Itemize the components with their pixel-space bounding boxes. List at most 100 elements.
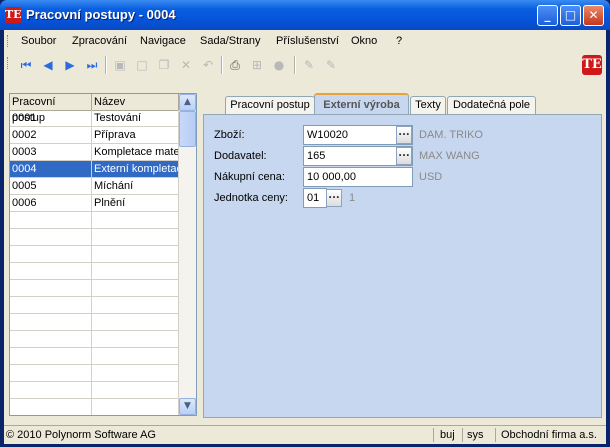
empty-row — [10, 399, 179, 415]
cell-code: 0004 — [10, 161, 92, 178]
menu-navigace[interactable]: Navigace — [140, 35, 186, 47]
tab-texty[interactable]: Texty — [410, 96, 446, 114]
app-logo-icon[interactable]: TE — [5, 7, 22, 23]
detail-panel: Pracovní postup Externí výroba Texty Dod… — [203, 93, 602, 418]
empty-cell — [92, 331, 179, 348]
empty-cell — [10, 365, 92, 382]
empty-cell — [10, 348, 92, 365]
minimize-button[interactable]: _ — [537, 5, 558, 26]
first-record-icon[interactable]: ⏮ — [18, 57, 34, 73]
status-bar: © 2010 Polynorm Software AG buj sys Obch… — [4, 425, 606, 444]
empty-cell — [10, 314, 92, 331]
cell-code: 0003 — [10, 144, 92, 161]
table-row[interactable]: 0005 Míchání — [10, 178, 179, 195]
empty-row — [10, 314, 179, 331]
tab-pracovni-postup[interactable]: Pracovní postup — [225, 96, 315, 114]
undo-icon[interactable]: ↶ — [200, 57, 216, 73]
menu-sada-strany[interactable]: Sada/Strany — [200, 35, 261, 47]
cell-code: 0001 — [10, 110, 92, 127]
scroll-down-button[interactable]: ▼ — [179, 398, 196, 415]
table-row[interactable]: 0006 Plnění — [10, 195, 179, 212]
menu-zpracovani[interactable]: Zpracování — [72, 35, 127, 47]
toolbar-separator — [221, 56, 223, 74]
save-icon[interactable]: ▣ — [112, 57, 128, 73]
empty-cell — [92, 297, 179, 314]
toolbar-separator — [294, 56, 296, 74]
empty-row — [10, 212, 179, 229]
table-row[interactable]: 0002 Příprava — [10, 127, 179, 144]
print-icon[interactable]: ⎙ — [227, 57, 243, 73]
last-record-icon[interactable]: ⏭ — [84, 57, 100, 73]
empty-cell — [10, 263, 92, 280]
delete-icon[interactable]: ✕ — [178, 57, 194, 73]
cell-name: Míchání — [92, 178, 179, 195]
tab-dodatecna-pole[interactable]: Dodatečná pole — [447, 96, 536, 114]
column-header-nazev[interactable]: Název — [92, 94, 179, 110]
empty-cell — [92, 280, 179, 297]
toolbar-separator — [105, 56, 107, 74]
copyright-text: © 2010 Polynorm Software AG — [6, 429, 156, 441]
empty-row — [10, 297, 179, 314]
tab-externi-vyroba[interactable]: Externí výroba — [314, 93, 409, 115]
empty-cell — [10, 246, 92, 263]
cell-name: Externí kompletac — [92, 161, 179, 178]
supplier-lookup-button[interactable]: ... — [396, 147, 412, 165]
unit-lookup-button[interactable]: ... — [326, 189, 342, 207]
unit-description: 1 — [349, 192, 356, 204]
grid-scrollbar[interactable]: ▲ ▼ — [179, 94, 196, 415]
copy-icon[interactable]: ❐ — [156, 57, 172, 73]
goods-lookup-button[interactable]: ... — [396, 126, 412, 144]
close-button[interactable]: ✕ — [583, 5, 604, 26]
unit-field[interactable]: 01 — [303, 188, 327, 208]
grid-header: Pracovní postup Název — [10, 94, 179, 124]
toolbar-grip[interactable] — [7, 57, 11, 69]
records-grid[interactable]: Pracovní postup Název 0001 Testování 000… — [9, 93, 197, 416]
empty-row — [10, 348, 179, 365]
column-header-pracovni-postup[interactable]: Pracovní postup — [10, 94, 92, 124]
tree-icon[interactable]: ⊞ — [249, 57, 265, 73]
status-separator — [495, 428, 496, 442]
goods-label: Zboží: — [214, 129, 245, 141]
empty-cell — [92, 399, 179, 415]
menu-prislusenstvi[interactable]: Příslušenství — [276, 35, 339, 47]
cell-name: Příprava — [92, 127, 179, 144]
status-user: buj — [440, 429, 455, 441]
menu-soubor[interactable]: Soubor — [21, 35, 56, 47]
empty-cell — [92, 348, 179, 365]
empty-cell — [92, 212, 179, 229]
toolbar: ⏮ ◀ ▶ ⏭ ▣ □ ❐ ✕ ↶ ⎙ ⊞ ● ✎ ✎ TE — [4, 52, 606, 78]
table-row[interactable]: 0001 Testování — [10, 110, 179, 127]
title-bar[interactable]: TE Pracovní postupy - 0004 _ □ ✕ — [0, 0, 610, 30]
scroll-up-button[interactable]: ▲ — [179, 94, 196, 111]
cell-code: 0002 — [10, 127, 92, 144]
next-record-icon[interactable]: ▶ — [62, 57, 78, 73]
window-title: Pracovní postupy - 0004 — [26, 7, 176, 22]
empty-row — [10, 246, 179, 263]
empty-cell — [92, 246, 179, 263]
maximize-button[interactable]: □ — [560, 5, 581, 26]
empty-cell — [10, 229, 92, 246]
price-field[interactable]: 10 000,00 — [303, 167, 413, 187]
unit-label: Jednotka ceny: — [214, 192, 288, 204]
client-area: Soubor Zpracování Navigace Sada/Strany P… — [4, 30, 606, 444]
table-row-selected[interactable]: 0004 Externí kompletac — [10, 161, 179, 178]
new-icon[interactable]: □ — [134, 57, 150, 73]
menu-okno[interactable]: Okno — [351, 35, 377, 47]
edit-alt-icon[interactable]: ✎ — [323, 57, 339, 73]
edit-icon[interactable]: ✎ — [301, 57, 317, 73]
menu-help[interactable]: ? — [396, 35, 402, 47]
scroll-thumb[interactable] — [179, 111, 196, 147]
help-icon[interactable]: ● — [271, 57, 287, 73]
previous-record-icon[interactable]: ◀ — [40, 57, 56, 73]
menubar-grip[interactable] — [7, 35, 11, 47]
cell-name: Plnění — [92, 195, 179, 212]
empty-cell — [10, 382, 92, 399]
cell-code: 0005 — [10, 178, 92, 195]
empty-row — [10, 280, 179, 297]
empty-cell — [10, 399, 92, 415]
empty-row — [10, 263, 179, 280]
price-label: Nákupní cena: — [214, 171, 285, 183]
empty-cell — [10, 297, 92, 314]
table-row[interactable]: 0003 Kompletace mate — [10, 144, 179, 161]
supplier-description: MAX WANG — [419, 150, 480, 162]
